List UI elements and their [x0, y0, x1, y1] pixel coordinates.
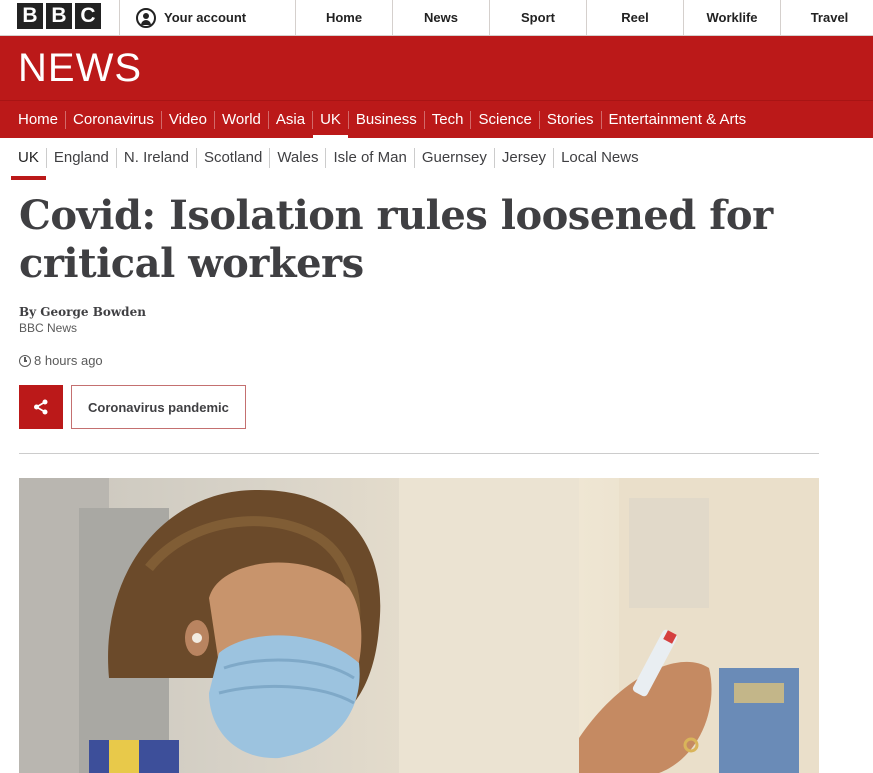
global-top-bar: B B C Your account Home News Sport Reel …	[0, 0, 873, 36]
bbc-logo[interactable]: B B C	[17, 3, 101, 29]
section-nav-video[interactable]: Video	[162, 110, 215, 129]
article-hero-image	[19, 478, 819, 773]
global-nav-worklife[interactable]: Worklife	[684, 0, 781, 35]
sub-nav-jersey[interactable]: Jersey	[495, 148, 555, 168]
sub-nav-local-news[interactable]: Local News	[554, 148, 646, 168]
news-masthead: NEWS	[0, 36, 873, 100]
section-nav-uk[interactable]: UK	[313, 110, 349, 139]
timestamp-text: 8 hours ago	[34, 353, 103, 368]
bbc-logo-letter-c: C	[75, 3, 101, 29]
your-account-link[interactable]: Your account	[119, 0, 296, 35]
sub-nav-england[interactable]: England	[47, 148, 117, 168]
article-headline: Covid: Isolation rules loosened for crit…	[19, 192, 773, 287]
section-nav-asia[interactable]: Asia	[269, 110, 314, 129]
global-nav-travel[interactable]: Travel	[781, 0, 873, 35]
sub-nav-n-ireland[interactable]: N. Ireland	[117, 148, 197, 168]
sub-nav-guernsey[interactable]: Guernsey	[415, 148, 495, 168]
section-nav: Home Coronavirus Video World Asia UK Bus…	[0, 100, 873, 139]
share-icon	[34, 399, 48, 415]
bbc-logo-letter-b2: B	[46, 3, 72, 29]
section-nav-world[interactable]: World	[215, 110, 269, 129]
byline: By George Bowden BBC News	[19, 305, 146, 335]
global-nav-reel[interactable]: Reel	[587, 0, 684, 35]
topic-tag-button[interactable]: Coronavirus pandemic	[71, 385, 246, 429]
section-nav-entertainment-arts[interactable]: Entertainment & Arts	[602, 111, 754, 129]
user-circle-icon	[136, 7, 156, 28]
section-nav-stories[interactable]: Stories	[540, 110, 602, 129]
global-nav-sport[interactable]: Sport	[490, 0, 587, 35]
news-logo-link[interactable]: NEWS	[18, 48, 142, 88]
article-timestamp: 8 hours ago	[19, 353, 103, 368]
section-nav-coronavirus[interactable]: Coronavirus	[66, 110, 162, 129]
sub-nav-isle-of-man[interactable]: Isle of Man	[326, 148, 415, 168]
bbc-logo-letter-b1: B	[17, 3, 43, 29]
clock-icon	[19, 354, 31, 367]
header-divider	[19, 453, 819, 454]
global-nav-home[interactable]: Home	[296, 0, 393, 35]
sub-nav-uk[interactable]: UK	[11, 148, 47, 180]
section-nav-business[interactable]: Business	[349, 110, 425, 129]
section-nav-tech[interactable]: Tech	[425, 110, 472, 129]
hero-photo	[19, 478, 819, 773]
uk-sub-nav: UK England N. Ireland Scotland Wales Isl…	[0, 139, 873, 180]
sub-nav-wales[interactable]: Wales	[270, 148, 327, 168]
section-nav-home[interactable]: Home	[11, 110, 67, 129]
account-label: Your account	[164, 10, 247, 25]
global-nav: Home News Sport Reel Worklife Travel	[296, 0, 873, 35]
share-button[interactable]	[19, 385, 63, 429]
sub-nav-scotland[interactable]: Scotland	[197, 148, 271, 168]
section-nav-science[interactable]: Science	[471, 110, 540, 129]
author-organisation: BBC News	[19, 321, 78, 335]
author-name: By George Bowden	[19, 305, 146, 319]
global-nav-news[interactable]: News	[393, 0, 490, 35]
